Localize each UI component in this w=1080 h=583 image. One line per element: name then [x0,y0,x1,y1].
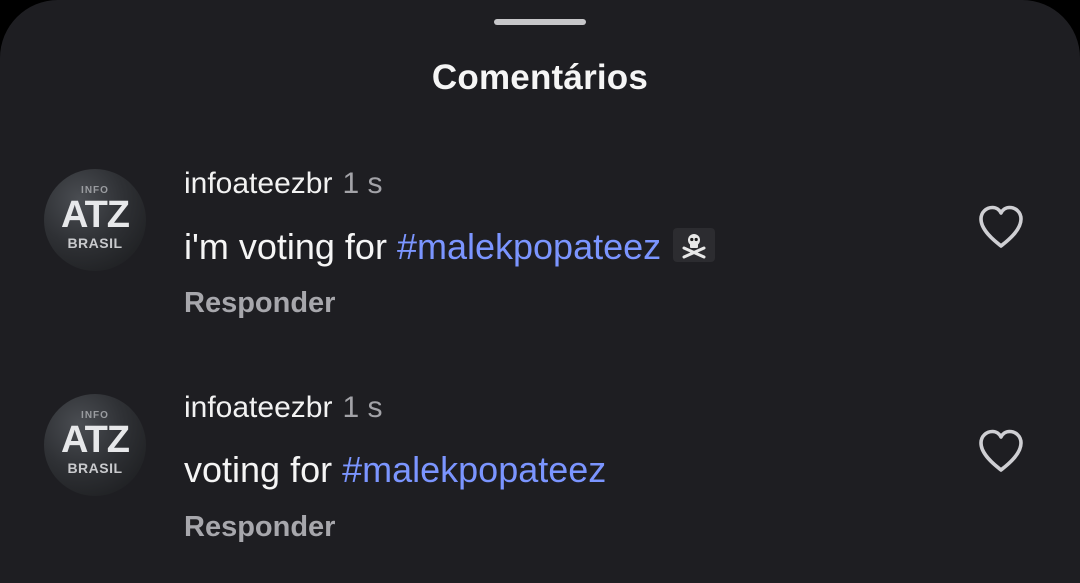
comments-sheet: Comentários INFO ATZ BRASIL infoateezbr 1… [0,0,1080,583]
avatar[interactable]: INFO ATZ BRASIL [44,394,146,496]
comment-body: voting for [184,449,343,490]
reply-button[interactable]: Responder [184,511,335,544]
timestamp: 1 s [342,391,383,424]
avatar-text-bottom: BRASIL [67,460,123,476]
avatar-text-main: ATZ [60,194,130,236]
pirate-flag-icon [673,228,716,263]
heart-outline-icon[interactable] [976,428,1026,474]
comment-body: i'm voting for [184,226,397,267]
heart-outline-icon[interactable] [976,204,1026,250]
comment-item: INFO ATZ BRASIL infoateezbr 1 s voting fo… [0,0,1080,543]
reply-button[interactable]: Responder [184,287,335,320]
comment-text: voting for #malekpopateez [184,449,606,491]
comment-meta: infoateezbr 1 s [184,391,382,425]
avatar-text-main: ATZ [60,419,130,461]
hashtag-link[interactable]: #malekpopateez [342,449,606,490]
comment-text: i'm voting for #malekpopateez [184,226,716,268]
hashtag-link[interactable]: #malekpopateez [397,226,661,267]
username[interactable]: infoateezbr [184,391,332,424]
avatar-text-bottom: BRASIL [67,235,123,251]
